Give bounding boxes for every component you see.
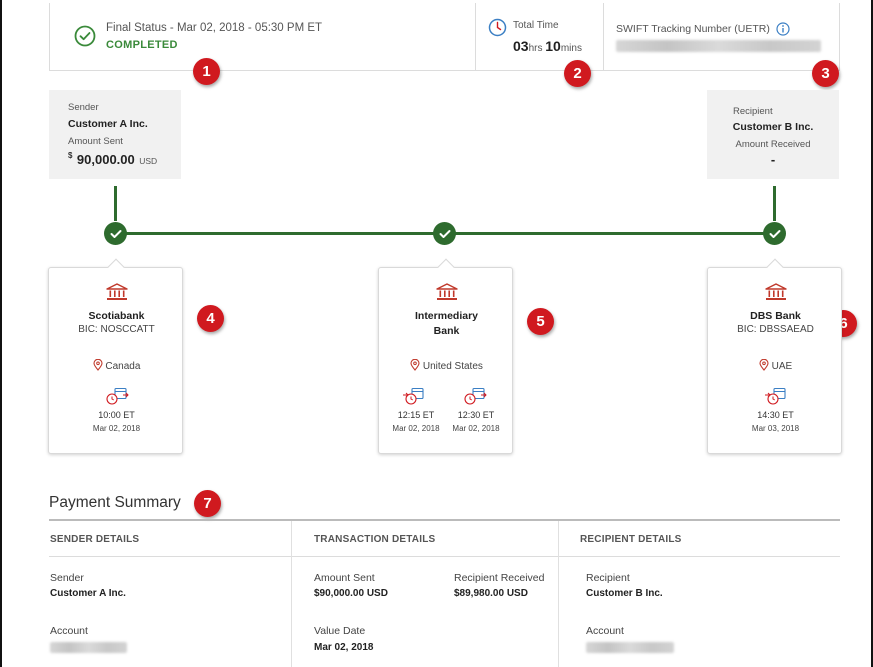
column-divider <box>291 521 292 667</box>
clock-icon <box>488 18 507 37</box>
marker-1: 1 <box>193 58 220 85</box>
recipient-received-label: Recipient Received <box>454 572 545 584</box>
swift-tracking-number-redacted <box>616 40 821 52</box>
bank-location-text: United States <box>422 361 483 372</box>
bank-card-scotiabank[interactable]: Scotiabank BIC: NOSCCATT Canada 10:00 ET… <box>48 258 184 454</box>
event-time: 12:30 ET <box>457 410 495 420</box>
amount-sent-value: $90,000.00 USD <box>314 588 388 599</box>
check-icon <box>763 222 786 245</box>
bank-icon <box>436 283 458 300</box>
column-rule <box>49 556 291 557</box>
total-time-minutes: 10 <box>545 38 561 54</box>
recipient-received-value: $89,980.00 USD <box>454 588 528 599</box>
amount-sent-number: 90,000.00 <box>76 152 135 167</box>
marker-3: 3 <box>812 60 839 87</box>
summary-divider <box>49 519 840 521</box>
calendar-clock-icon <box>765 387 786 405</box>
status-divider <box>603 3 604 70</box>
total-time-hours-unit: hrs <box>528 43 543 54</box>
recipient-details-heading: RECIPIENT DETAILS <box>580 534 682 545</box>
summary-sender-label: Sender <box>50 572 84 584</box>
status-bar: Final Status - Mar 02, 2018 - 05:30 PM E… <box>49 3 840 71</box>
status-badge: COMPLETED <box>106 39 178 51</box>
value-date-value: Mar 02, 2018 <box>314 642 374 653</box>
bank-card-intermediary[interactable]: Intermediary Bank United States 12:15 ET… <box>378 258 514 454</box>
sender-box: Sender Customer A Inc. Amount Sent $ 90,… <box>49 90 181 179</box>
total-time-hours: 03 <box>513 38 529 54</box>
bank-bic: BIC: DBSSAEAD <box>737 324 814 335</box>
total-time-label: Total Time <box>513 20 559 31</box>
check-icon <box>433 222 456 245</box>
marker-7: 7 <box>194 490 221 517</box>
recipient-name: Customer B Inc. <box>732 121 814 133</box>
timeline-connector <box>773 186 776 221</box>
location-pin-icon <box>759 358 769 371</box>
bank-name: Scotiabank <box>88 310 145 322</box>
calendar-clock-icon <box>403 387 424 405</box>
sender-details-heading: SENDER DETAILS <box>50 534 140 545</box>
amount-received-label: Amount Received <box>735 139 811 150</box>
marker-5: 5 <box>527 308 554 335</box>
event-date: Mar 02, 2018 <box>392 424 440 433</box>
column-rule <box>292 556 558 557</box>
recipient-label: Recipient <box>733 106 773 117</box>
amount-sent-label: Amount Sent <box>314 572 375 584</box>
payment-summary-title: Payment Summary <box>49 494 181 511</box>
location-pin-icon <box>93 358 103 371</box>
check-icon <box>104 222 127 245</box>
transaction-details-heading: TRANSACTION DETAILS <box>314 534 436 545</box>
timeline-connector <box>114 186 117 221</box>
amount-sent-currency: USD <box>139 156 158 166</box>
recipient-account-redacted <box>586 642 674 653</box>
marker-2: 2 <box>564 60 591 87</box>
amount-sent-value: $ 90,000.00 USD <box>68 151 157 169</box>
final-status-text: Final Status - Mar 02, 2018 - 05:30 PM E… <box>106 22 323 34</box>
total-time-value: 03hrs 10mins <box>513 38 582 54</box>
bank-location-text: Canada <box>105 361 141 372</box>
sender-account-redacted <box>50 642 127 653</box>
status-divider <box>475 3 476 70</box>
column-divider <box>558 521 559 667</box>
event-time: 14:30 ET <box>757 410 794 420</box>
event-date: Mar 02, 2018 <box>452 424 500 433</box>
marker-4: 4 <box>197 305 224 332</box>
calendar-clock-icon <box>106 387 129 405</box>
value-date-label: Value Date <box>314 625 366 637</box>
event-time: 10:00 ET <box>98 410 135 420</box>
calendar-clock-icon <box>464 387 487 405</box>
event-date: Mar 03, 2018 <box>751 424 800 433</box>
summary-recipient-account-label: Account <box>586 625 624 637</box>
bank-location: Canada <box>49 358 184 372</box>
summary-recipient-value: Customer B Inc. <box>586 588 663 599</box>
bank-name: DBS Bank <box>750 310 801 322</box>
event-date: Mar 02, 2018 <box>92 424 141 433</box>
info-icon[interactable] <box>776 22 790 36</box>
bank-location: UAE <box>708 358 843 372</box>
check-circle-icon <box>74 25 96 47</box>
bank-icon <box>106 283 128 300</box>
total-time-minutes-unit: mins <box>560 43 582 54</box>
summary-sender-account-label: Account <box>50 625 88 637</box>
currency-symbol: $ <box>68 151 73 160</box>
bank-card-dbs[interactable]: DBS Bank BIC: DBSSAEAD UAE 14:30 ET Mar … <box>707 258 843 454</box>
amount-received-value: - <box>770 152 776 167</box>
bank-name-line2: Bank <box>433 325 460 337</box>
bank-bic: BIC: NOSCCATT <box>78 324 155 335</box>
summary-sender-value: Customer A Inc. <box>50 588 126 599</box>
column-rule <box>559 556 840 557</box>
bank-location: United States <box>379 358 514 372</box>
sender-name: Customer A Inc. <box>68 118 148 130</box>
summary-recipient-label: Recipient <box>586 572 630 584</box>
swift-tracking-label: SWIFT Tracking Number (UETR) <box>616 23 770 35</box>
event-time: 12:15 ET <box>397 410 435 420</box>
location-pin-icon <box>410 358 420 371</box>
bank-name-line1: Intermediary <box>414 310 479 322</box>
recipient-box: Recipient Customer B Inc. Amount Receive… <box>707 90 839 179</box>
sender-label: Sender <box>68 102 99 113</box>
bank-icon <box>765 283 787 300</box>
bank-location-text: UAE <box>771 361 793 372</box>
amount-sent-label: Amount Sent <box>68 136 123 147</box>
